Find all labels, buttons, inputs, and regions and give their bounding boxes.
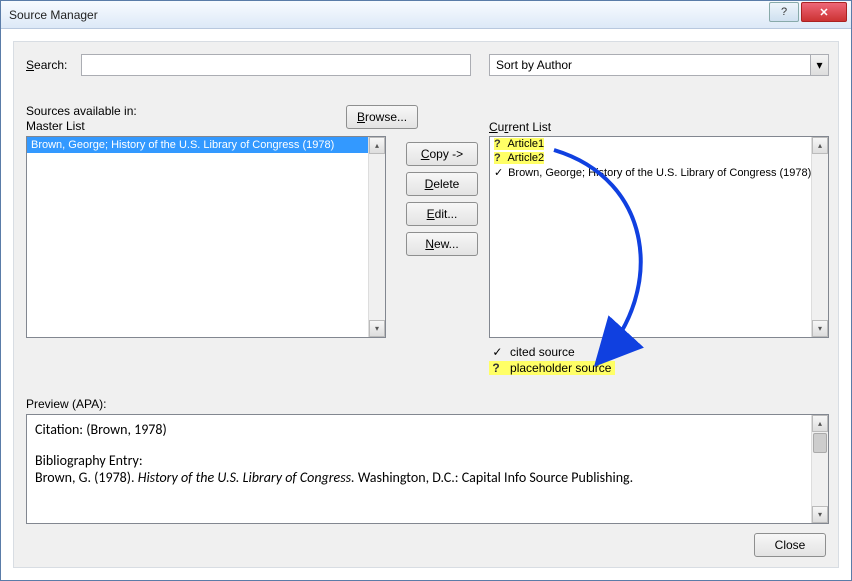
sources-available-label: Sources available in: [26, 104, 137, 119]
scroll-up-icon[interactable]: ▴ [812, 415, 828, 432]
scrollbar[interactable]: ▴ ▾ [368, 137, 385, 337]
master-list-label: Master List [26, 119, 137, 134]
preview-label: Preview (APA): [26, 397, 106, 411]
list-item[interactable]: ? Article1 [490, 137, 828, 151]
close-window-button[interactable]: ✕ [801, 2, 847, 22]
current-list[interactable]: ? Article1 ? Article2 ✓ Brown, George; H… [489, 136, 829, 338]
scroll-thumb[interactable] [813, 433, 827, 453]
search-row: Search: [26, 54, 471, 76]
search-label: Search: [26, 58, 81, 72]
scrollbar[interactable]: ▴ ▾ [811, 415, 828, 523]
source-manager-dialog: Source Manager ? ✕ Search: Sort by Autho… [0, 0, 852, 581]
close-button-wrap: Close [754, 533, 826, 557]
new-button[interactable]: New... [406, 232, 478, 256]
preview-bib-label: Bibliography Entry: [35, 452, 820, 469]
browse-button[interactable]: Browse... [346, 105, 418, 129]
scroll-down-icon[interactable]: ▾ [369, 320, 385, 337]
delete-button[interactable]: Delete [406, 172, 478, 196]
close-button[interactable]: Close [754, 533, 826, 557]
list-item[interactable]: Brown, George; History of the U.S. Libra… [27, 137, 385, 153]
preview-bib-entry: Brown, G. (1978). History of the U.S. Li… [35, 469, 820, 486]
titlebar: Source Manager ? ✕ [1, 1, 851, 29]
legend-cited: ✓ cited source [489, 344, 615, 360]
sort-dropdown[interactable]: Sort by Author ▾ [489, 54, 829, 76]
list-item[interactable]: ✓ Brown, George; History of the U.S. Lib… [490, 165, 828, 180]
chevron-down-icon: ▾ [810, 55, 828, 75]
scrollbar[interactable]: ▴ ▾ [811, 137, 828, 337]
legend-placeholder: ? placeholder source [489, 360, 615, 376]
help-button[interactable]: ? [769, 2, 799, 22]
browse-button-wrap: Browse... [346, 105, 418, 129]
search-input[interactable] [81, 54, 471, 76]
copy-button[interactable]: Copy -> [406, 142, 478, 166]
list-item[interactable]: ? Article2 [490, 151, 828, 165]
preview-citation-line: Citation: (Brown, 1978) [35, 421, 820, 438]
scroll-down-icon[interactable]: ▾ [812, 320, 828, 337]
sort-selected: Sort by Author [496, 58, 572, 72]
master-list[interactable]: Brown, George; History of the U.S. Libra… [26, 136, 386, 338]
window-title: Source Manager [9, 8, 769, 22]
scroll-down-icon[interactable]: ▾ [812, 506, 828, 523]
master-list-labels: Sources available in: Master List [26, 104, 137, 134]
window-controls: ? ✕ [769, 1, 851, 28]
legend: ✓ cited source ? placeholder source [489, 344, 615, 376]
transfer-buttons: Copy -> Delete Edit... New... [406, 142, 478, 256]
edit-button[interactable]: Edit... [406, 202, 478, 226]
dialog-body: Search: Sort by Author ▾ Sources availab… [13, 41, 839, 568]
preview-box: Citation: (Brown, 1978) Bibliography Ent… [26, 414, 829, 524]
current-list-label: Current List [489, 120, 551, 134]
scroll-up-icon[interactable]: ▴ [369, 137, 385, 154]
scroll-up-icon[interactable]: ▴ [812, 137, 828, 154]
